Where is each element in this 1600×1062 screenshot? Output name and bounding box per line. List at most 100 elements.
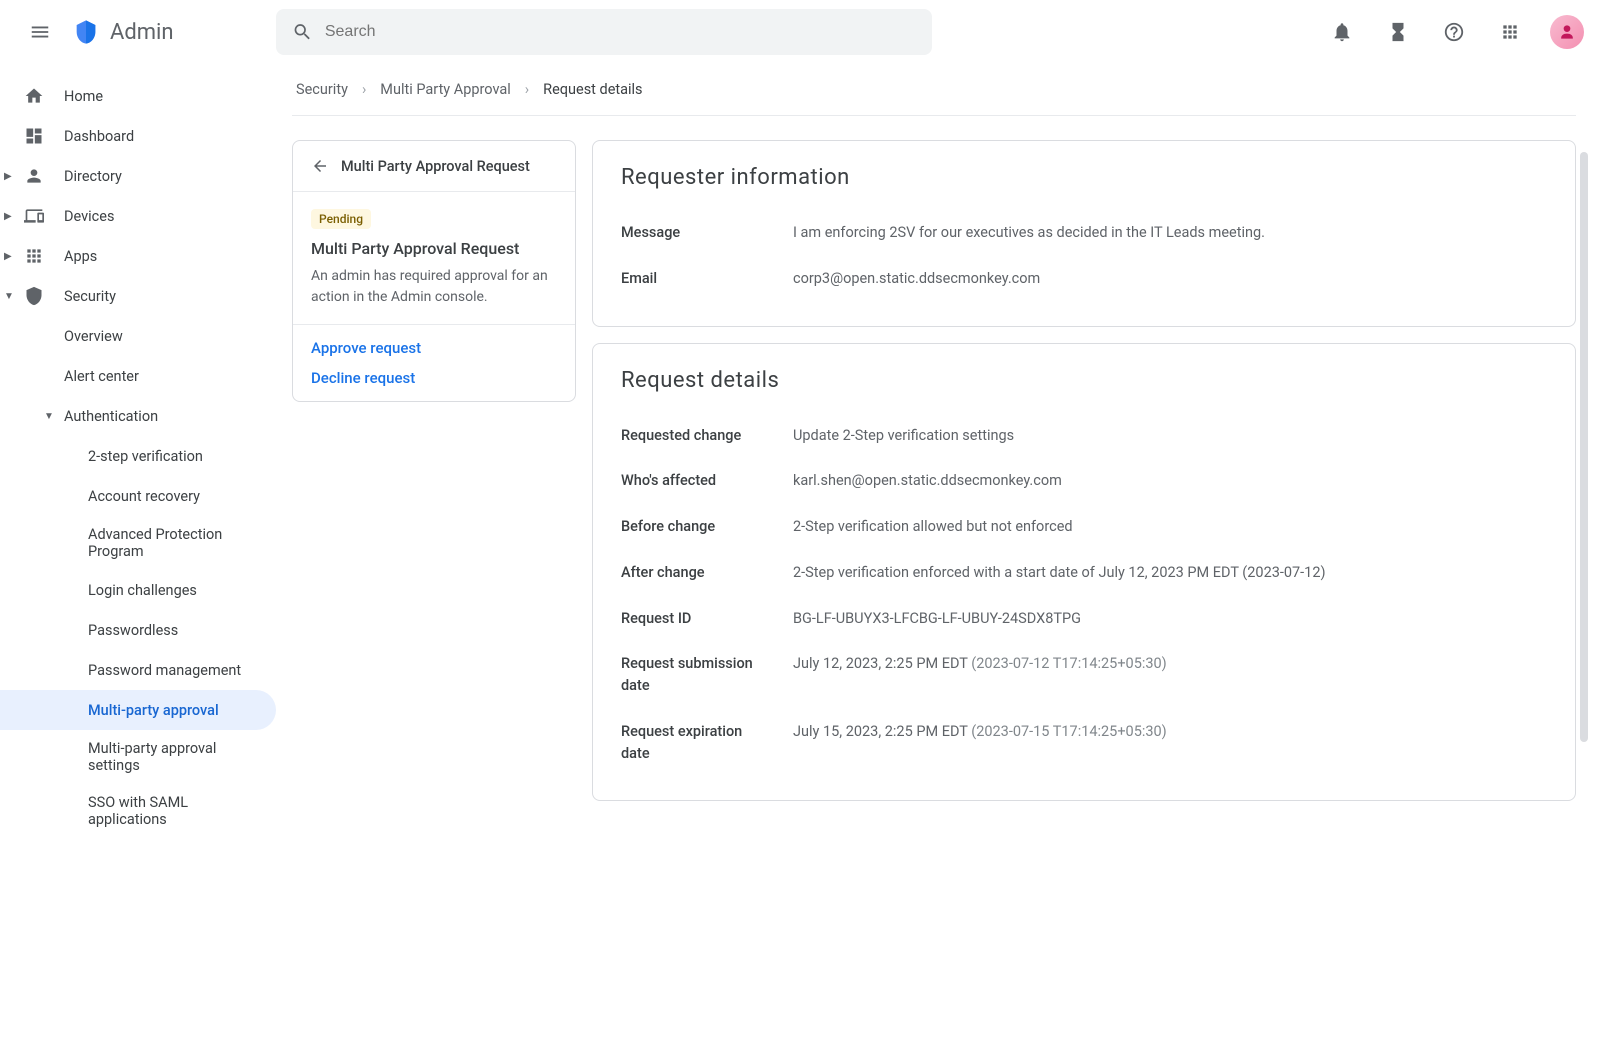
sidebar-item-label: Directory xyxy=(64,168,122,185)
detail-row: After change 2-Step verification enforced… xyxy=(621,550,1547,596)
email-row: Email corp3@open.static.ddsecmonkey.com xyxy=(621,256,1547,302)
sidebar-item-password-management[interactable]: Password management xyxy=(0,650,276,690)
search-input[interactable] xyxy=(325,23,916,41)
breadcrumb: Security › Multi Party Approval › Reques… xyxy=(292,64,1576,116)
status-badge: Pending xyxy=(311,209,371,229)
breadcrumb-mpa[interactable]: Multi Party Approval xyxy=(380,81,510,98)
sidebar-item-overview[interactable]: Overview xyxy=(0,316,276,356)
sidebar-item-devices[interactable]: ▶ Devices xyxy=(0,196,276,236)
detail-value: Update 2-Step verification settings xyxy=(793,425,1547,447)
sidebar-item-authentication[interactable]: ▼ Authentication xyxy=(0,396,276,436)
sidebar-item-login-challenges[interactable]: Login challenges xyxy=(0,570,276,610)
sidebar-item-security[interactable]: ▼ Security xyxy=(0,276,276,316)
sidebar-item-multi-party-approval[interactable]: Multi-party approval xyxy=(0,690,276,730)
message-value: I am enforcing 2SV for our executives as… xyxy=(793,222,1547,244)
requester-info-card: Requester information Message I am enfor… xyxy=(592,140,1576,327)
detail-row: Requested change Update 2-Step verificati… xyxy=(621,413,1547,459)
sidebar-item-label: 2-step verification xyxy=(88,448,203,465)
breadcrumb-security[interactable]: Security xyxy=(296,81,348,98)
sidebar-item-label: Overview xyxy=(64,328,123,345)
back-arrow-icon[interactable] xyxy=(311,157,329,175)
sidebar-item-apps[interactable]: ▶ Apps xyxy=(0,236,276,276)
sidebar-item-alert-center[interactable]: Alert center xyxy=(0,356,276,396)
chevron-right-icon: ▶ xyxy=(4,171,20,182)
detail-value: BG-LF-UBUYX3-LFCBG-LF-UBUY-24SDX8TPG xyxy=(793,608,1547,630)
devices-icon xyxy=(24,206,44,226)
account-avatar[interactable] xyxy=(1550,15,1584,49)
approval-panel: Multi Party Approval Request Pending Mul… xyxy=(292,140,576,402)
sidebar-item-label: SSO with SAML applications xyxy=(88,794,256,828)
sidebar-item-label: Dashboard xyxy=(64,128,134,145)
sidebar-item-label: Login challenges xyxy=(88,582,197,599)
apps-button[interactable] xyxy=(1486,8,1534,56)
sidebar-nav: Home Dashboard ▶ Directory ▶ Devices ▶ A… xyxy=(0,64,276,838)
sidebar-item-label: Authentication xyxy=(64,408,158,425)
request-details-title: Request details xyxy=(621,368,1547,393)
sidebar-item-label: Account recovery xyxy=(88,488,200,505)
sidebar-item-passwordless[interactable]: Passwordless xyxy=(0,610,276,650)
message-row: Message I am enforcing 2SV for our execu… xyxy=(621,210,1547,256)
person-icon xyxy=(24,166,44,186)
email-value: corp3@open.static.ddsecmonkey.com xyxy=(793,268,1547,290)
approve-button[interactable]: Approve request xyxy=(311,339,557,357)
panel-title: Multi Party Approval Request xyxy=(311,239,557,258)
help-icon xyxy=(1443,21,1465,43)
detail-label: Requested change xyxy=(621,425,769,447)
notifications-button[interactable] xyxy=(1318,8,1366,56)
main-content: Security › Multi Party Approval › Reques… xyxy=(276,64,1600,838)
scrollbar[interactable] xyxy=(1580,152,1588,742)
detail-label: Request submission date xyxy=(621,653,769,697)
search-bar[interactable] xyxy=(276,9,932,55)
sidebar-item-label: Home xyxy=(64,88,103,105)
sidebar-item-label: Advanced Protection Program xyxy=(88,526,256,560)
sidebar-item-label: Apps xyxy=(64,248,97,265)
sidebar-item-2sv[interactable]: 2-step verification xyxy=(0,436,276,476)
sidebar-item-label: Multi-party approval xyxy=(88,702,219,719)
decline-button[interactable]: Decline request xyxy=(311,369,557,387)
hourglass-icon xyxy=(1387,21,1409,43)
sidebar-item-advanced-protection[interactable]: Advanced Protection Program xyxy=(0,516,276,570)
detail-label: After change xyxy=(621,562,769,584)
chevron-right-icon: › xyxy=(362,81,366,98)
sidebar-item-label: Multi-party approval settings xyxy=(88,740,256,774)
sidebar-item-directory[interactable]: ▶ Directory xyxy=(0,156,276,196)
sidebar-item-account-recovery[interactable]: Account recovery xyxy=(0,476,276,516)
app-header: Admin xyxy=(0,0,1600,64)
sidebar-item-sso-saml[interactable]: SSO with SAML applications xyxy=(0,784,276,838)
request-details-card: Request details Requested change Update 2… xyxy=(592,343,1576,802)
detail-label: Who's affected xyxy=(621,470,769,492)
detail-row: Request submission date July 12, 2023, 2:… xyxy=(621,641,1547,709)
panel-description: An admin has required approval for an ac… xyxy=(311,266,557,308)
header-icons xyxy=(1318,8,1584,56)
requester-info-title: Requester information xyxy=(621,165,1547,190)
sidebar-item-home[interactable]: Home xyxy=(0,76,276,116)
avatar-face-icon xyxy=(1557,22,1577,42)
detail-value: 2-Step verification enforced with a star… xyxy=(793,562,1547,584)
tasks-button[interactable] xyxy=(1374,8,1422,56)
detail-value: 2-Step verification allowed but not enfo… xyxy=(793,516,1547,538)
logo-area[interactable]: Admin xyxy=(72,18,252,46)
dashboard-icon xyxy=(24,126,44,146)
breadcrumb-current: Request details xyxy=(543,81,642,98)
chevron-down-icon: ▼ xyxy=(4,291,20,302)
detail-value: karl.shen@open.static.ddsecmonkey.com xyxy=(793,470,1547,492)
panel-body: Pending Multi Party Approval Request An … xyxy=(293,192,575,325)
sidebar-item-mpa-settings[interactable]: Multi-party approval settings xyxy=(0,730,276,784)
sidebar-item-label: Password management xyxy=(88,662,241,679)
help-button[interactable] xyxy=(1430,8,1478,56)
chevron-right-icon: ▶ xyxy=(4,251,20,262)
detail-label: Request expiration date xyxy=(621,721,769,765)
apps-grid-icon xyxy=(1500,22,1520,42)
message-label: Message xyxy=(621,222,769,244)
panel-header: Multi Party Approval Request xyxy=(293,141,575,192)
panel-header-title: Multi Party Approval Request xyxy=(341,158,530,175)
hamburger-icon xyxy=(29,21,51,43)
sidebar-item-label: Alert center xyxy=(64,368,139,385)
detail-value: July 12, 2023, 2:25 PM EDT (2023-07-12 T… xyxy=(793,653,1547,675)
chevron-right-icon: › xyxy=(525,81,529,98)
admin-logo-icon xyxy=(72,18,100,46)
sidebar-item-dashboard[interactable]: Dashboard xyxy=(0,116,276,156)
bell-icon xyxy=(1331,21,1353,43)
menu-button[interactable] xyxy=(16,8,64,56)
panel-actions: Approve request Decline request xyxy=(293,325,575,401)
